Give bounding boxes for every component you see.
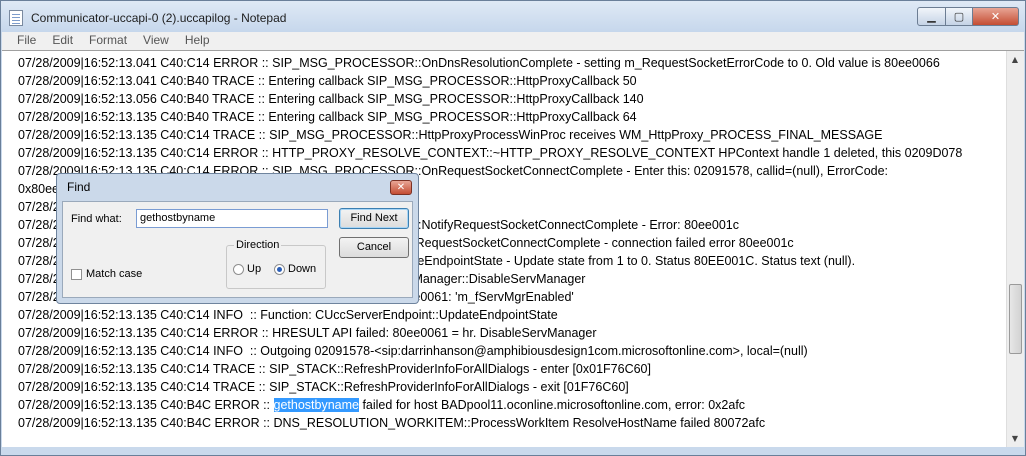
radio-down-icon[interactable] bbox=[274, 263, 285, 275]
log-text-before-match: 07/28/2009|16:52:13.135 C40:B4C ERROR :: bbox=[18, 398, 274, 412]
log-line: 07/28/2009|16:52:13.056 C40:B40 TRACE ::… bbox=[18, 92, 644, 106]
close-icon: ✕ bbox=[396, 182, 406, 193]
log-line: 07/28/2009|16:52:13.135 C40:C14 TRACE ::… bbox=[18, 362, 651, 376]
find-next-button[interactable]: Find Next bbox=[339, 208, 409, 229]
log-text-after-match: failed for host BADpool11.oconline.micro… bbox=[358, 398, 746, 412]
window-title: Communicator-uccapi-0 (2).uccapilog - No… bbox=[31, 11, 287, 25]
log-line: 07/28/2009|16:52:13.135 C40:B4C ERROR ::… bbox=[18, 416, 766, 430]
find-what-label: Find what: bbox=[71, 213, 122, 225]
log-line: 07/28/2009|16:52:13.135 C40:C14 INFO :: … bbox=[18, 344, 808, 358]
log-line: 07/28/2009|16:52:13.135 C40:C14 INFO :: … bbox=[18, 308, 558, 322]
find-dialog: Find ✕ Find what: gethostbyname Find Nex… bbox=[56, 173, 419, 304]
log-line: 07/28/2009|16:52:13.135 C40:C14 ERROR ::… bbox=[18, 326, 597, 340]
log-line: 07/28/2009|16:52:13.135 C40:C14 ERROR ::… bbox=[18, 146, 963, 160]
scroll-up-arrow-icon[interactable]: ▲ bbox=[1007, 51, 1023, 68]
vertical-scrollbar[interactable]: ▲ ▼ bbox=[1006, 51, 1024, 447]
menu-help[interactable]: Help bbox=[177, 32, 218, 50]
notepad-app-icon bbox=[9, 10, 23, 26]
radio-up-icon[interactable] bbox=[233, 263, 244, 275]
maximize-icon: ▢ bbox=[953, 10, 965, 23]
log-line: 07/28/2009|16:52:13.041 C40:B40 TRACE ::… bbox=[18, 74, 637, 88]
log-line: 07/28/2009|16:52:13.135 C40:B40 TRACE ::… bbox=[18, 110, 637, 124]
menu-edit[interactable]: Edit bbox=[44, 32, 81, 50]
search-match-highlight: gethostbyname bbox=[273, 398, 359, 412]
direction-up-label: Up bbox=[247, 263, 262, 275]
maximize-button[interactable]: ▢ bbox=[946, 7, 973, 26]
match-case-checkbox[interactable]: Match case bbox=[71, 268, 142, 280]
log-line: 07/28/2009|16:52:13.135 C40:C14 TRACE ::… bbox=[18, 128, 883, 142]
find-dialog-body: Find what: gethostbyname Find Next Cance… bbox=[62, 201, 413, 298]
close-icon: ✕ bbox=[990, 10, 1001, 23]
menu-view[interactable]: View bbox=[135, 32, 177, 50]
find-what-input[interactable]: gethostbyname bbox=[136, 209, 328, 228]
close-button[interactable]: ✕ bbox=[973, 7, 1019, 26]
title-bar[interactable]: Communicator-uccapi-0 (2).uccapilog - No… bbox=[1, 1, 1025, 32]
minimize-icon: ▁ bbox=[927, 10, 936, 23]
direction-up-radio[interactable]: Up bbox=[233, 263, 261, 275]
direction-group: Direction Up Down bbox=[226, 239, 326, 289]
window-bottom-border bbox=[2, 447, 1024, 455]
log-line: 07/28/2009|16:52:13.135 C40:C14 TRACE ::… bbox=[18, 380, 629, 394]
log-line-highlighted: 07/28/2009|16:52:13.135 C40:B4C ERROR ::… bbox=[18, 396, 1003, 414]
scroll-thumb[interactable] bbox=[1009, 284, 1022, 354]
caption-buttons: ▁ ▢ ✕ bbox=[917, 7, 1019, 26]
direction-down-label: Down bbox=[288, 263, 317, 275]
find-dialog-title: Find bbox=[67, 180, 91, 194]
direction-label: Direction bbox=[234, 239, 282, 251]
match-case-label: Match case bbox=[86, 268, 143, 280]
checkbox-icon[interactable] bbox=[71, 268, 82, 280]
cancel-label: Cancel bbox=[356, 241, 392, 253]
find-next-label: Find Next bbox=[350, 212, 398, 224]
cancel-button[interactable]: Cancel bbox=[339, 237, 409, 258]
menu-format[interactable]: Format bbox=[81, 32, 135, 50]
notepad-window: Communicator-uccapi-0 (2).uccapilog - No… bbox=[0, 0, 1026, 456]
find-dialog-close-button[interactable]: ✕ bbox=[390, 180, 412, 195]
menu-file[interactable]: File bbox=[2, 32, 44, 50]
log-line: 07/28/2009|16:52:13.041 C40:C14 ERROR ::… bbox=[18, 56, 940, 70]
direction-down-radio[interactable]: Down bbox=[274, 263, 316, 275]
minimize-button[interactable]: ▁ bbox=[917, 7, 946, 26]
menu-bar: File Edit Format View Help bbox=[2, 32, 1024, 50]
scroll-down-arrow-icon[interactable]: ▼ bbox=[1007, 430, 1023, 447]
